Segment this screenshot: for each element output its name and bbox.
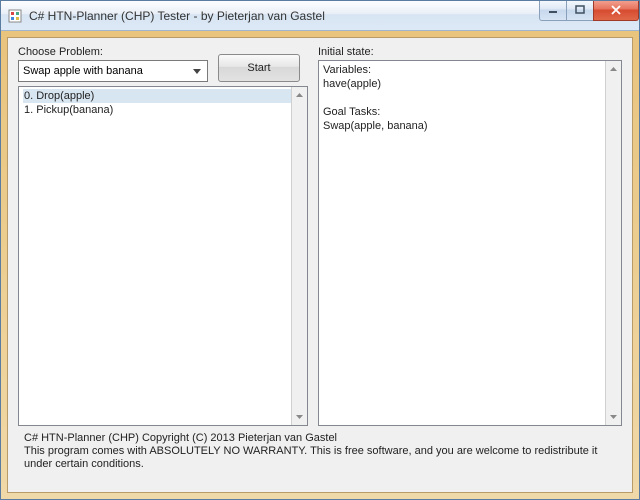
minimize-button[interactable]	[539, 1, 567, 21]
close-button[interactable]	[593, 1, 639, 21]
start-button[interactable]: Start	[218, 54, 300, 82]
chevron-down-icon	[189, 62, 205, 80]
right-column: Initial state: Variables: have(apple) Go…	[318, 46, 622, 426]
list-item[interactable]: 0. Drop(apple)	[23, 89, 303, 103]
initial-state-text: Variables: have(apple) Goal Tasks: Swap(…	[323, 63, 617, 133]
scrollbar[interactable]	[291, 87, 307, 425]
window-controls	[540, 1, 639, 21]
footer: C# HTN-Planner (CHP) Copyright (C) 2013 …	[18, 432, 622, 473]
window-title: C# HTN-Planner (CHP) Tester - by Pieterj…	[29, 9, 540, 23]
app-window: C# HTN-Planner (CHP) Tester - by Pieterj…	[0, 0, 640, 500]
problem-combobox-value: Swap apple with banana	[23, 65, 189, 77]
scroll-down-icon[interactable]	[606, 409, 621, 425]
footer-copyright: C# HTN-Planner (CHP) Copyright (C) 2013 …	[24, 432, 616, 445]
start-button-label: Start	[247, 62, 270, 74]
problem-combobox[interactable]: Swap apple with banana	[18, 60, 208, 82]
initial-state-textbox[interactable]: Variables: have(apple) Goal Tasks: Swap(…	[318, 60, 622, 426]
list-item[interactable]: 1. Pickup(banana)	[23, 103, 303, 117]
footer-warranty: This program comes with ABSOLUTELY NO WA…	[24, 445, 616, 471]
scroll-up-icon[interactable]	[606, 61, 621, 77]
initial-state-label: Initial state:	[318, 46, 622, 58]
scroll-down-icon[interactable]	[292, 409, 307, 425]
scroll-up-icon[interactable]	[292, 87, 307, 103]
client-area: Choose Problem: Swap apple with banana S…	[7, 37, 633, 493]
maximize-button[interactable]	[566, 1, 594, 21]
titlebar: C# HTN-Planner (CHP) Tester - by Pieterj…	[1, 1, 639, 31]
choose-row: Choose Problem: Swap apple with banana S…	[18, 46, 308, 82]
choose-problem-label: Choose Problem:	[18, 46, 208, 58]
plan-listbox[interactable]: 0. Drop(apple) 1. Pickup(banana)	[18, 86, 308, 426]
app-icon	[7, 8, 23, 24]
left-column: Choose Problem: Swap apple with banana S…	[18, 46, 308, 426]
scrollbar[interactable]	[605, 61, 621, 425]
main-columns: Choose Problem: Swap apple with banana S…	[18, 46, 622, 426]
